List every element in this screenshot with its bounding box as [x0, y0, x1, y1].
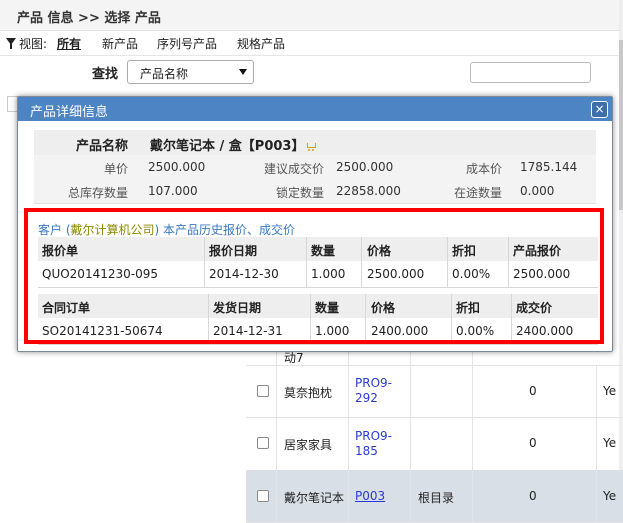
stock-value: 107.000 — [148, 184, 198, 198]
info-row: 总库存数量 107.000 锁定数量 22858.000 在途数量 0.000 — [34, 179, 596, 204]
suggested-price-label: 建议成交价 — [263, 162, 324, 176]
product-flag: Ye — [603, 436, 617, 450]
suggested-price-value: 2500.000 — [336, 160, 394, 174]
transit-qty-label: 在途数量 — [453, 186, 502, 200]
product-name: 戴尔笔记本 — [284, 491, 345, 505]
table-row-selected[interactable]: 戴尔笔记本 P003 根目录 0 Ye — [246, 470, 623, 523]
dialog-header: 产品详细信息 × — [18, 97, 612, 121]
cart-icon[interactable] — [306, 142, 317, 151]
view-all[interactable]: 所有 — [57, 35, 81, 52]
search-field-select[interactable]: 产品名称 — [127, 60, 254, 84]
product-name-label: 产品名称 — [75, 139, 128, 154]
view-new-products[interactable]: 新产品 — [102, 35, 138, 52]
product-name-value: 戴尔笔记本 / 盒【P003】 — [150, 135, 317, 154]
view-spec-products[interactable]: 规格产品 — [237, 35, 285, 52]
row-checkbox[interactable] — [257, 490, 269, 502]
highlight-box — [24, 208, 604, 344]
cost-price-value: 1785.144 — [520, 160, 578, 174]
search-input[interactable] — [470, 62, 591, 83]
product-quantity: 0 — [529, 436, 537, 450]
product-name: 居家家具 — [284, 438, 333, 452]
product-code-link[interactable]: PRO9- 185 — [355, 429, 392, 459]
dropdown-arrow-icon — [239, 69, 247, 75]
table-row[interactable]: 居家家具 PRO9- 185 0 Ye — [246, 417, 623, 471]
table-row[interactable]: 莫奈抱枕 PRO9- 292 0 Ye — [246, 365, 623, 418]
product-code-link[interactable]: P003 — [355, 489, 385, 504]
product-info-grid: 产品名称 戴尔笔记本 / 盒【P003】 单价 2500.000 建议成交价 2… — [34, 130, 596, 204]
unit-price-label: 单价 — [103, 162, 128, 176]
cost-price-label: 成本价 — [465, 162, 502, 176]
unit-price-value: 2500.000 — [148, 160, 206, 174]
transit-qty-value: 0.000 — [520, 184, 555, 198]
row-checkbox[interactable] — [257, 385, 269, 397]
product-flag: Ye — [603, 489, 617, 503]
product-code-link[interactable]: PRO9- 292 — [355, 376, 392, 406]
view-serial-products[interactable]: 序列号产品 — [157, 35, 217, 52]
product-flag: Ye — [603, 384, 617, 398]
dialog-title: 产品详细信息 — [30, 105, 109, 120]
row-checkbox[interactable] — [257, 437, 269, 449]
product-quantity: 0 — [529, 489, 537, 503]
view-label: 视图: — [19, 37, 48, 51]
stock-label: 总库存数量 — [67, 186, 128, 200]
product-directory: 根目录 — [418, 491, 455, 505]
page-header: 产品 信息 >> 选择 产品 — [0, 0, 623, 31]
search-field-value: 产品名称 — [140, 67, 189, 81]
page-title: 产品 信息 >> 选择 产品 — [17, 11, 161, 26]
locked-qty-label: 锁定数量 — [275, 186, 324, 200]
scrollbar-thumb[interactable] — [619, 40, 623, 210]
close-icon[interactable]: × — [591, 101, 608, 118]
view-bar: 视图: 所有 新产品 序列号产品 规格产品 — [0, 31, 623, 56]
info-row: 单价 2500.000 建议成交价 2500.000 成本价 1785.144 — [34, 155, 596, 180]
search-label: 查找 — [92, 67, 119, 82]
product-name: 莫奈抱枕 — [284, 386, 333, 400]
product-quantity: 0 — [529, 384, 537, 398]
filter-icon — [6, 38, 16, 49]
info-row: 产品名称 戴尔笔记本 / 盒【P003】 — [34, 130, 596, 156]
locked-qty-value: 22858.000 — [336, 184, 401, 198]
